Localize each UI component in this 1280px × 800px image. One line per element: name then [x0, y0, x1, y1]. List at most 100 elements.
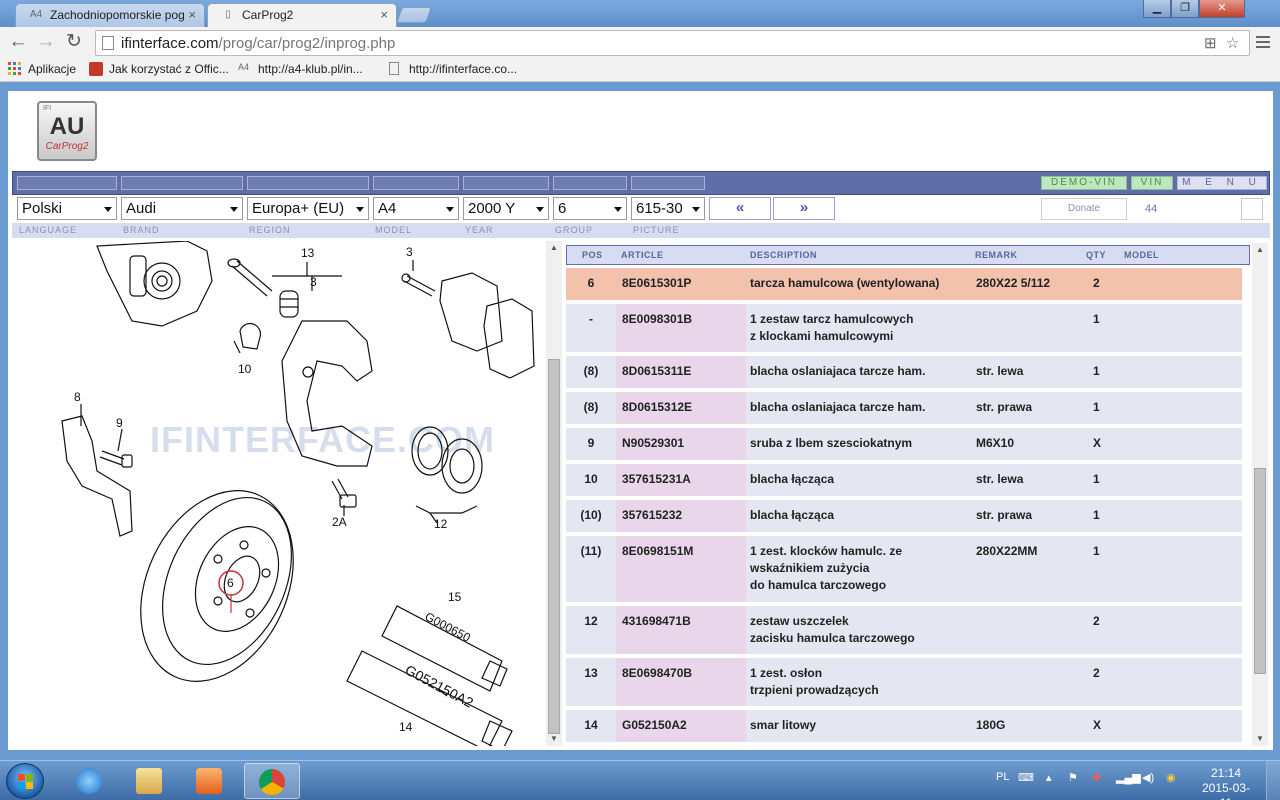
star-icon[interactable]: ☆: [1226, 34, 1239, 52]
internet-explorer-icon: [76, 768, 102, 794]
volume-icon[interactable]: ◀): [1142, 771, 1154, 784]
address-bar[interactable]: ifinterface.com/prog/car/prog2/inprog.ph…: [95, 30, 1250, 56]
taskbar-ie[interactable]: [62, 763, 118, 799]
donate-button[interactable]: Donate: [1041, 198, 1127, 220]
header-remark: REMARK: [975, 250, 1018, 260]
callout-label[interactable]: 8: [74, 390, 81, 404]
header-pos: POS: [582, 250, 603, 260]
row-description: blacha łącząca: [750, 508, 835, 522]
scrollbar-thumb[interactable]: [1254, 468, 1266, 674]
page-icon: [102, 36, 114, 50]
previous-picture-button[interactable]: «: [709, 197, 771, 220]
show-desktop-button[interactable]: [1266, 761, 1280, 800]
tab-zachodniopomorskie[interactable]: A4 Zachodniopomorskie pog ×: [15, 3, 205, 27]
callout-label[interactable]: 12: [434, 517, 448, 531]
brake-parts-drawing: 13 3 3 10 8 9 6 2A 12 15 14 G000650 G052…: [61, 241, 535, 746]
language-select[interactable]: Polski: [17, 197, 117, 220]
parts-diagram[interactable]: IFINTERFACE.COM 13 3 3 10 8 9 6 2A 12 15…: [12, 241, 544, 746]
scrollbar-thumb[interactable]: [548, 359, 560, 734]
row-qty: X: [1093, 436, 1102, 450]
header-qty: QTY: [1086, 250, 1107, 260]
year-select[interactable]: 2000 Y: [463, 197, 549, 220]
translate-icon[interactable]: ⊞: [1204, 34, 1217, 52]
table-row[interactable]: 10 357615231A blacha łącząca str. lewa 1: [566, 464, 1242, 496]
brand-select[interactable]: Audi: [121, 197, 243, 220]
sync-icon[interactable]: ◉: [1166, 771, 1176, 784]
menu-button[interactable]: M E N U: [1177, 176, 1267, 190]
close-icon[interactable]: ×: [188, 7, 196, 22]
network-signal-icon[interactable]: ▂▄▆: [1116, 771, 1141, 784]
table-row[interactable]: (10) 357615232 blacha łącząca str. prawa 1: [566, 500, 1242, 532]
row-description: blacha oslaniajaca tarcze ham.: [750, 364, 926, 378]
table-row[interactable]: 14 G052150A2 smar litowy 180G X: [566, 710, 1242, 742]
taskbar-chrome[interactable]: [244, 763, 300, 799]
start-button[interactable]: [6, 763, 44, 799]
callout-label[interactable]: 14: [399, 720, 413, 734]
browser-tabstrip: A4 Zachodniopomorskie pog × ▯ CarProg2 ×…: [0, 0, 1280, 27]
bar-box-year: [463, 176, 549, 190]
row-article: G052150A2: [622, 718, 687, 732]
vin-button[interactable]: VIN: [1131, 176, 1173, 190]
chrome-menu-button[interactable]: [1254, 33, 1272, 51]
scroll-up-icon[interactable]: ▲: [1252, 243, 1268, 257]
next-picture-button[interactable]: »: [773, 197, 835, 220]
table-row[interactable]: - 8E0098301B 1 zestaw tarcz hamulcowych z …: [566, 304, 1242, 352]
bookmark-ifinterface[interactable]: http://ifinterface.co...: [389, 62, 517, 76]
group-select[interactable]: 6: [553, 197, 627, 220]
region-select[interactable]: Europa+ (EU): [247, 197, 369, 220]
scroll-down-icon[interactable]: ▼: [1252, 732, 1268, 746]
callout-label[interactable]: 3: [406, 245, 413, 259]
scroll-down-icon[interactable]: ▼: [546, 732, 562, 746]
callout-label[interactable]: 9: [116, 416, 123, 430]
row-pos: (10): [580, 508, 602, 522]
reload-button[interactable]: ↻: [62, 31, 86, 55]
language-indicator[interactable]: PL: [996, 771, 1009, 783]
table-row[interactable]: 9 N90529301 sruba z lbem szesciokatnym M6X1…: [566, 428, 1242, 460]
scroll-up-icon[interactable]: ▲: [546, 241, 562, 255]
chevron-down-icon: [230, 207, 238, 212]
diagram-scrollbar[interactable]: ▲ ▼: [546, 241, 562, 746]
warning-icon[interactable]: ✚: [1092, 771, 1101, 784]
minimize-button[interactable]: ▁: [1143, 0, 1171, 18]
callout-label[interactable]: 6: [227, 576, 234, 590]
bookmark-office[interactable]: Jak korzystać z Offic...: [89, 62, 229, 76]
demo-vin-button[interactable]: DEMO-VIN: [1041, 176, 1127, 190]
bookmark-apps[interactable]: Aplikacje: [8, 62, 76, 76]
picture-select[interactable]: 615-30: [631, 197, 705, 220]
close-window-button[interactable]: ✕: [1199, 0, 1245, 18]
table-row[interactable]: 12 431698471B zestaw uszczelek zacisku ham…: [566, 606, 1242, 654]
table-row[interactable]: (8) 8D0615312E blacha oslaniajaca tarcze h…: [566, 392, 1242, 424]
row-description: 1 zest. klocków hamulc. ze wskaźnikiem z…: [750, 544, 903, 592]
row-article: 357615231A: [622, 472, 691, 486]
clock[interactable]: 21:14 2015-03-11: [1196, 766, 1256, 800]
back-button[interactable]: ←: [6, 31, 30, 55]
keyboard-icon[interactable]: ⌨: [1018, 771, 1034, 784]
model-select[interactable]: A4: [373, 197, 459, 220]
maximize-button[interactable]: ❐: [1171, 0, 1199, 18]
callout-label[interactable]: 10: [238, 362, 252, 376]
close-icon[interactable]: ×: [380, 7, 388, 22]
tray-arrow-icon[interactable]: ▴: [1046, 771, 1052, 784]
callout-label[interactable]: 2A: [332, 515, 347, 529]
row-remark: str. prawa: [976, 400, 1033, 414]
action-center-flag-icon[interactable]: ⚑: [1068, 771, 1078, 784]
callout-label[interactable]: 13: [301, 246, 315, 260]
url-text: ifinterface.com/prog/car/prog2/inprog.ph…: [121, 35, 396, 52]
new-tab-button[interactable]: [396, 7, 432, 23]
table-row[interactable]: (8) 8D0615311E blacha oslaniajaca tarcze h…: [566, 356, 1242, 388]
callout-label[interactable]: 15: [448, 590, 462, 604]
table-row[interactable]: (11) 8E0698151M 1 zest. klocków hamulc. ze…: [566, 536, 1242, 602]
selector-row: Polski Audi Europa+ (EU) A4 2000 Y 6 615…: [8, 195, 1273, 223]
callout-label[interactable]: 3: [310, 275, 317, 289]
chevron-down-icon: [614, 207, 622, 212]
row-qty: 1: [1093, 508, 1100, 522]
table-scrollbar[interactable]: ▲ ▼: [1252, 243, 1268, 746]
tab-carprog2[interactable]: ▯ CarProg2 ×: [207, 3, 397, 27]
taskbar-media-player[interactable]: [182, 763, 238, 799]
carprog-logo[interactable]: IFI AU CarProg2: [37, 101, 97, 161]
table-row[interactable]: 13 8E0698470B 1 zest. osłon trzpieni prowa…: [566, 658, 1242, 706]
table-row[interactable]: 6 8E0615301P tarcza hamulcowa (wentylowana…: [566, 268, 1242, 300]
forward-button[interactable]: →: [34, 31, 58, 55]
taskbar-explorer[interactable]: [122, 763, 178, 799]
bookmark-a4-klub[interactable]: A4 http://a4-klub.pl/in...: [238, 62, 363, 76]
